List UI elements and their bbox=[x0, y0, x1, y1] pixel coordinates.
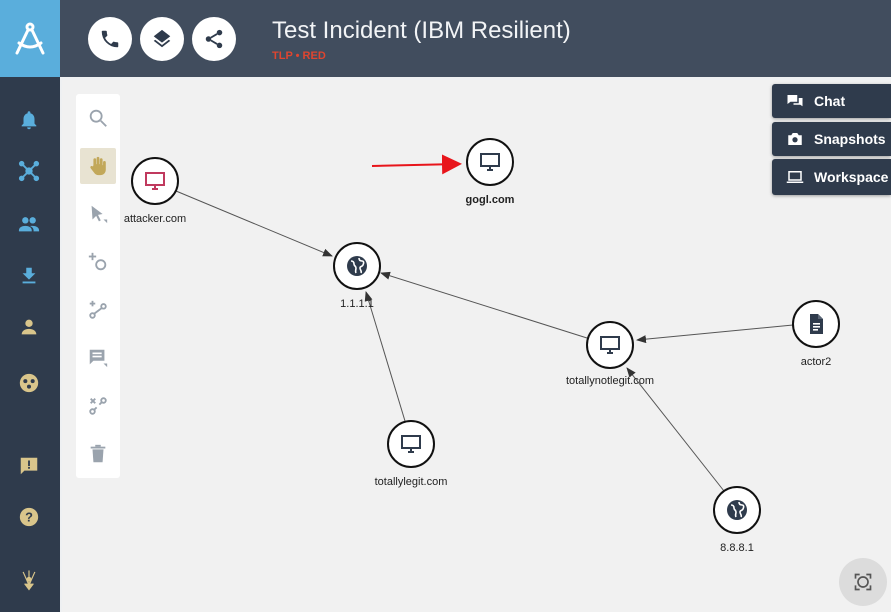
document-icon bbox=[810, 314, 823, 334]
snapshots-label: Snapshots bbox=[814, 131, 886, 147]
add-node-icon[interactable] bbox=[80, 244, 116, 280]
node-label: 1.1.1.1 bbox=[340, 298, 374, 310]
layers-icon bbox=[153, 29, 171, 48]
monitor-icon bbox=[401, 435, 421, 453]
globe-icon bbox=[727, 500, 747, 520]
snapshots-button[interactable]: Snapshots bbox=[772, 122, 891, 156]
cluster-icon[interactable] bbox=[15, 369, 43, 397]
person-icon[interactable] bbox=[15, 313, 43, 341]
chat-icon bbox=[787, 95, 803, 107]
bell-icon[interactable] bbox=[15, 106, 43, 134]
compass-logo-icon[interactable] bbox=[0, 0, 60, 77]
node-actor2[interactable] bbox=[792, 300, 840, 348]
monitor-icon bbox=[480, 153, 500, 171]
node-totallynotlegit[interactable] bbox=[586, 321, 634, 369]
node-gogl[interactable] bbox=[466, 138, 514, 186]
phone-icon bbox=[101, 30, 119, 48]
download-icon[interactable] bbox=[15, 262, 43, 290]
monitor-icon bbox=[145, 172, 165, 190]
people-icon[interactable] bbox=[15, 210, 43, 238]
search-icon[interactable] bbox=[80, 100, 116, 136]
layers-button[interactable] bbox=[140, 17, 184, 61]
node-label: attacker.com bbox=[123, 213, 187, 225]
node-8.8.8.1[interactable] bbox=[713, 486, 761, 534]
fit-screen-icon bbox=[854, 573, 872, 591]
node-attacker[interactable] bbox=[131, 157, 179, 205]
select-icon[interactable] bbox=[80, 196, 116, 232]
globe-icon bbox=[347, 256, 367, 276]
node-label: totallynotlegit.com bbox=[565, 375, 655, 387]
laptop-icon bbox=[786, 171, 804, 183]
fit-screen-button[interactable] bbox=[839, 558, 887, 606]
camera-icon bbox=[788, 133, 802, 145]
feedback-icon[interactable] bbox=[15, 452, 43, 480]
monitor-icon bbox=[600, 336, 620, 354]
svg-text:?: ? bbox=[25, 510, 33, 525]
tlp-badge: TLP • RED bbox=[272, 50, 326, 62]
workspace-button[interactable]: Workspace bbox=[772, 159, 891, 195]
share-icon bbox=[205, 29, 223, 49]
node-label: 8.8.8.1 bbox=[720, 542, 754, 554]
add-edge-icon[interactable] bbox=[80, 292, 116, 328]
node-label: actor2 bbox=[800, 356, 832, 368]
page-title: Test Incident (IBM Resilient) bbox=[272, 17, 571, 44]
comment-icon[interactable] bbox=[80, 340, 116, 376]
crest-icon[interactable] bbox=[15, 562, 43, 598]
node-label: totallylegit.com bbox=[374, 476, 448, 488]
share-button[interactable] bbox=[192, 17, 236, 61]
trash-icon[interactable] bbox=[80, 436, 116, 472]
chat-button[interactable]: Chat bbox=[772, 84, 891, 118]
sidebar: ? bbox=[0, 0, 60, 612]
phone-button[interactable] bbox=[88, 17, 132, 61]
graph-icon[interactable] bbox=[15, 157, 43, 185]
header-bar: Test Incident (IBM Resilient) TLP • RED bbox=[60, 0, 891, 77]
node-1.1.1.1[interactable] bbox=[333, 242, 381, 290]
node-totallylegit[interactable] bbox=[387, 420, 435, 468]
toolbox bbox=[76, 94, 120, 478]
workspace-label: Workspace bbox=[814, 169, 889, 185]
node-label: gogl.com bbox=[465, 194, 515, 206]
disconnect-icon[interactable] bbox=[80, 388, 116, 424]
help-icon[interactable]: ? bbox=[15, 503, 43, 531]
hand-icon[interactable] bbox=[80, 148, 116, 184]
chat-label: Chat bbox=[814, 93, 846, 109]
